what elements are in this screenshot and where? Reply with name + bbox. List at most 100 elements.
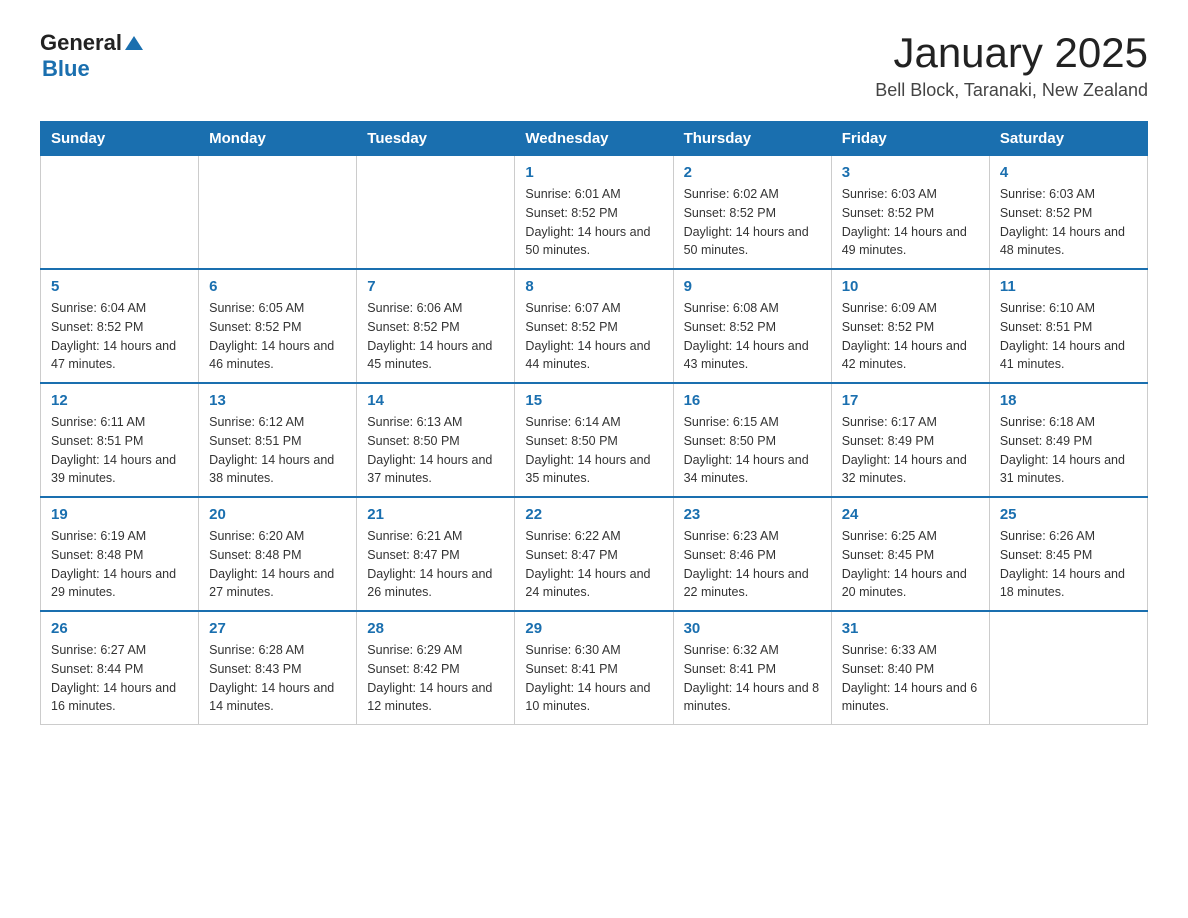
col-sunday: Sunday	[41, 122, 199, 156]
calendar-cell	[41, 156, 199, 270]
day-number: 5	[51, 278, 188, 295]
day-info: Sunrise: 6:20 AMSunset: 8:48 PMDaylight:…	[209, 527, 346, 602]
week-row-4: 19 Sunrise: 6:19 AMSunset: 8:48 PMDaylig…	[41, 497, 1148, 611]
day-number: 15	[525, 392, 662, 409]
day-info: Sunrise: 6:33 AMSunset: 8:40 PMDaylight:…	[842, 641, 979, 716]
day-number: 13	[209, 392, 346, 409]
day-info: Sunrise: 6:02 AMSunset: 8:52 PMDaylight:…	[684, 185, 821, 260]
calendar-cell: 5 Sunrise: 6:04 AMSunset: 8:52 PMDayligh…	[41, 269, 199, 383]
calendar-cell	[357, 156, 515, 270]
day-number: 12	[51, 392, 188, 409]
calendar-cell: 17 Sunrise: 6:17 AMSunset: 8:49 PMDaylig…	[831, 383, 989, 497]
calendar-cell: 6 Sunrise: 6:05 AMSunset: 8:52 PMDayligh…	[199, 269, 357, 383]
day-number: 6	[209, 278, 346, 295]
day-info: Sunrise: 6:12 AMSunset: 8:51 PMDaylight:…	[209, 413, 346, 488]
day-info: Sunrise: 6:08 AMSunset: 8:52 PMDaylight:…	[684, 299, 821, 374]
calendar-cell: 3 Sunrise: 6:03 AMSunset: 8:52 PMDayligh…	[831, 156, 989, 270]
day-info: Sunrise: 6:05 AMSunset: 8:52 PMDaylight:…	[209, 299, 346, 374]
calendar-cell: 31 Sunrise: 6:33 AMSunset: 8:40 PMDaylig…	[831, 611, 989, 725]
day-number: 3	[842, 164, 979, 181]
day-info: Sunrise: 6:13 AMSunset: 8:50 PMDaylight:…	[367, 413, 504, 488]
day-info: Sunrise: 6:11 AMSunset: 8:51 PMDaylight:…	[51, 413, 188, 488]
day-info: Sunrise: 6:17 AMSunset: 8:49 PMDaylight:…	[842, 413, 979, 488]
day-info: Sunrise: 6:27 AMSunset: 8:44 PMDaylight:…	[51, 641, 188, 716]
day-number: 16	[684, 392, 821, 409]
day-info: Sunrise: 6:15 AMSunset: 8:50 PMDaylight:…	[684, 413, 821, 488]
day-info: Sunrise: 6:32 AMSunset: 8:41 PMDaylight:…	[684, 641, 821, 716]
calendar-cell: 27 Sunrise: 6:28 AMSunset: 8:43 PMDaylig…	[199, 611, 357, 725]
day-number: 11	[1000, 278, 1137, 295]
day-info: Sunrise: 6:21 AMSunset: 8:47 PMDaylight:…	[367, 527, 504, 602]
day-number: 1	[525, 164, 662, 181]
calendar-cell: 2 Sunrise: 6:02 AMSunset: 8:52 PMDayligh…	[673, 156, 831, 270]
calendar-cell: 18 Sunrise: 6:18 AMSunset: 8:49 PMDaylig…	[989, 383, 1147, 497]
calendar-cell: 4 Sunrise: 6:03 AMSunset: 8:52 PMDayligh…	[989, 156, 1147, 270]
calendar-cell: 26 Sunrise: 6:27 AMSunset: 8:44 PMDaylig…	[41, 611, 199, 725]
day-number: 20	[209, 506, 346, 523]
day-number: 22	[525, 506, 662, 523]
calendar-cell	[199, 156, 357, 270]
day-number: 8	[525, 278, 662, 295]
day-info: Sunrise: 6:03 AMSunset: 8:52 PMDaylight:…	[1000, 185, 1137, 260]
day-info: Sunrise: 6:04 AMSunset: 8:52 PMDaylight:…	[51, 299, 188, 374]
calendar-cell: 20 Sunrise: 6:20 AMSunset: 8:48 PMDaylig…	[199, 497, 357, 611]
calendar-cell: 21 Sunrise: 6:21 AMSunset: 8:47 PMDaylig…	[357, 497, 515, 611]
day-number: 26	[51, 620, 188, 637]
day-number: 27	[209, 620, 346, 637]
day-info: Sunrise: 6:10 AMSunset: 8:51 PMDaylight:…	[1000, 299, 1137, 374]
calendar-cell: 28 Sunrise: 6:29 AMSunset: 8:42 PMDaylig…	[357, 611, 515, 725]
calendar-cell: 10 Sunrise: 6:09 AMSunset: 8:52 PMDaylig…	[831, 269, 989, 383]
calendar-cell: 30 Sunrise: 6:32 AMSunset: 8:41 PMDaylig…	[673, 611, 831, 725]
day-number: 10	[842, 278, 979, 295]
day-number: 21	[367, 506, 504, 523]
col-tuesday: Tuesday	[357, 122, 515, 156]
day-info: Sunrise: 6:03 AMSunset: 8:52 PMDaylight:…	[842, 185, 979, 260]
day-number: 2	[684, 164, 821, 181]
day-info: Sunrise: 6:01 AMSunset: 8:52 PMDaylight:…	[525, 185, 662, 260]
day-info: Sunrise: 6:22 AMSunset: 8:47 PMDaylight:…	[525, 527, 662, 602]
day-number: 4	[1000, 164, 1137, 181]
day-number: 23	[684, 506, 821, 523]
calendar-cell: 9 Sunrise: 6:08 AMSunset: 8:52 PMDayligh…	[673, 269, 831, 383]
logo-general-text: General	[40, 30, 122, 56]
day-info: Sunrise: 6:23 AMSunset: 8:46 PMDaylight:…	[684, 527, 821, 602]
calendar-cell: 15 Sunrise: 6:14 AMSunset: 8:50 PMDaylig…	[515, 383, 673, 497]
day-number: 19	[51, 506, 188, 523]
calendar-cell: 19 Sunrise: 6:19 AMSunset: 8:48 PMDaylig…	[41, 497, 199, 611]
day-info: Sunrise: 6:28 AMSunset: 8:43 PMDaylight:…	[209, 641, 346, 716]
calendar-cell: 11 Sunrise: 6:10 AMSunset: 8:51 PMDaylig…	[989, 269, 1147, 383]
week-row-2: 5 Sunrise: 6:04 AMSunset: 8:52 PMDayligh…	[41, 269, 1148, 383]
week-row-5: 26 Sunrise: 6:27 AMSunset: 8:44 PMDaylig…	[41, 611, 1148, 725]
day-number: 18	[1000, 392, 1137, 409]
calendar-cell: 16 Sunrise: 6:15 AMSunset: 8:50 PMDaylig…	[673, 383, 831, 497]
col-saturday: Saturday	[989, 122, 1147, 156]
day-number: 30	[684, 620, 821, 637]
col-wednesday: Wednesday	[515, 122, 673, 156]
day-number: 14	[367, 392, 504, 409]
calendar-cell: 7 Sunrise: 6:06 AMSunset: 8:52 PMDayligh…	[357, 269, 515, 383]
location-text: Bell Block, Taranaki, New Zealand	[875, 80, 1148, 101]
day-info: Sunrise: 6:06 AMSunset: 8:52 PMDaylight:…	[367, 299, 504, 374]
day-info: Sunrise: 6:14 AMSunset: 8:50 PMDaylight:…	[525, 413, 662, 488]
day-number: 25	[1000, 506, 1137, 523]
page-header: General Blue January 2025 Bell Block, Ta…	[40, 30, 1148, 101]
calendar-cell: 29 Sunrise: 6:30 AMSunset: 8:41 PMDaylig…	[515, 611, 673, 725]
calendar-cell: 1 Sunrise: 6:01 AMSunset: 8:52 PMDayligh…	[515, 156, 673, 270]
col-monday: Monday	[199, 122, 357, 156]
day-number: 17	[842, 392, 979, 409]
col-thursday: Thursday	[673, 122, 831, 156]
logo: General Blue	[40, 30, 143, 82]
calendar-cell: 14 Sunrise: 6:13 AMSunset: 8:50 PMDaylig…	[357, 383, 515, 497]
day-number: 31	[842, 620, 979, 637]
day-info: Sunrise: 6:25 AMSunset: 8:45 PMDaylight:…	[842, 527, 979, 602]
week-row-3: 12 Sunrise: 6:11 AMSunset: 8:51 PMDaylig…	[41, 383, 1148, 497]
calendar-cell: 22 Sunrise: 6:22 AMSunset: 8:47 PMDaylig…	[515, 497, 673, 611]
calendar-cell: 24 Sunrise: 6:25 AMSunset: 8:45 PMDaylig…	[831, 497, 989, 611]
day-info: Sunrise: 6:19 AMSunset: 8:48 PMDaylight:…	[51, 527, 188, 602]
day-info: Sunrise: 6:29 AMSunset: 8:42 PMDaylight:…	[367, 641, 504, 716]
day-info: Sunrise: 6:26 AMSunset: 8:45 PMDaylight:…	[1000, 527, 1137, 602]
calendar-cell	[989, 611, 1147, 725]
month-title: January 2025	[875, 30, 1148, 76]
title-block: January 2025 Bell Block, Taranaki, New Z…	[875, 30, 1148, 101]
calendar-cell: 25 Sunrise: 6:26 AMSunset: 8:45 PMDaylig…	[989, 497, 1147, 611]
